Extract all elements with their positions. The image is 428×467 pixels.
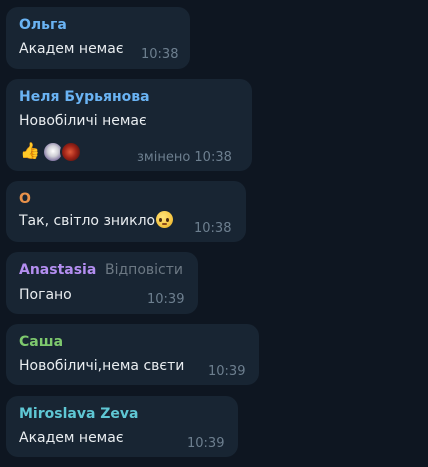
pleading-face-icon xyxy=(156,211,174,228)
message-bubble[interactable]: Неля Бурьянова Новобіличі немає 👍 змінен… xyxy=(6,79,252,171)
message-bubble[interactable]: Miroslava Zeva Академ немає 10:39 xyxy=(6,396,238,457)
message-text: Так, світло зникло xyxy=(19,211,174,231)
message-text-content: Так, світло зникло xyxy=(19,213,156,229)
reactions-bar[interactable]: 👍 xyxy=(20,140,92,163)
message-time: 10:38 xyxy=(141,47,179,62)
message-time: 10:39 xyxy=(147,292,185,307)
sender-name[interactable]: Саша xyxy=(19,332,63,352)
message-bubble[interactable]: Саша Новобіличі,нема свєти 10:39 xyxy=(6,324,259,385)
message-text: Новобіличі немає xyxy=(19,113,147,129)
reply-button[interactable]: Відповісти xyxy=(105,260,183,280)
message-time: 10:39 xyxy=(208,364,246,379)
message-text: Погано xyxy=(19,287,72,303)
message-text: Академ немає xyxy=(19,430,124,446)
message-bubble[interactable]: Anastasia Відповісти Погано 10:39 xyxy=(6,252,198,314)
message-bubble[interactable]: О Так, світло зникло 10:38 xyxy=(6,181,246,242)
message-time: 10:39 xyxy=(187,436,225,451)
sender-name[interactable]: Anastasia xyxy=(19,260,96,280)
sender-name[interactable]: О xyxy=(19,189,31,209)
message-time: 10:38 xyxy=(194,221,232,236)
sender-name[interactable]: Неля Бурьянова xyxy=(19,87,150,107)
thumbs-up-icon[interactable]: 👍 xyxy=(20,141,40,161)
message-time: змінено 10:38 xyxy=(137,150,232,165)
message-text: Академ немає xyxy=(19,41,124,57)
sender-name[interactable]: Ольга xyxy=(19,15,67,35)
message-text: Новобіличі,нема свєти xyxy=(19,358,185,374)
message-bubble[interactable]: Ольга Академ немає 10:38 xyxy=(6,7,190,69)
reaction-avatar[interactable] xyxy=(60,141,82,163)
sender-name[interactable]: Miroslava Zeva xyxy=(19,404,139,424)
